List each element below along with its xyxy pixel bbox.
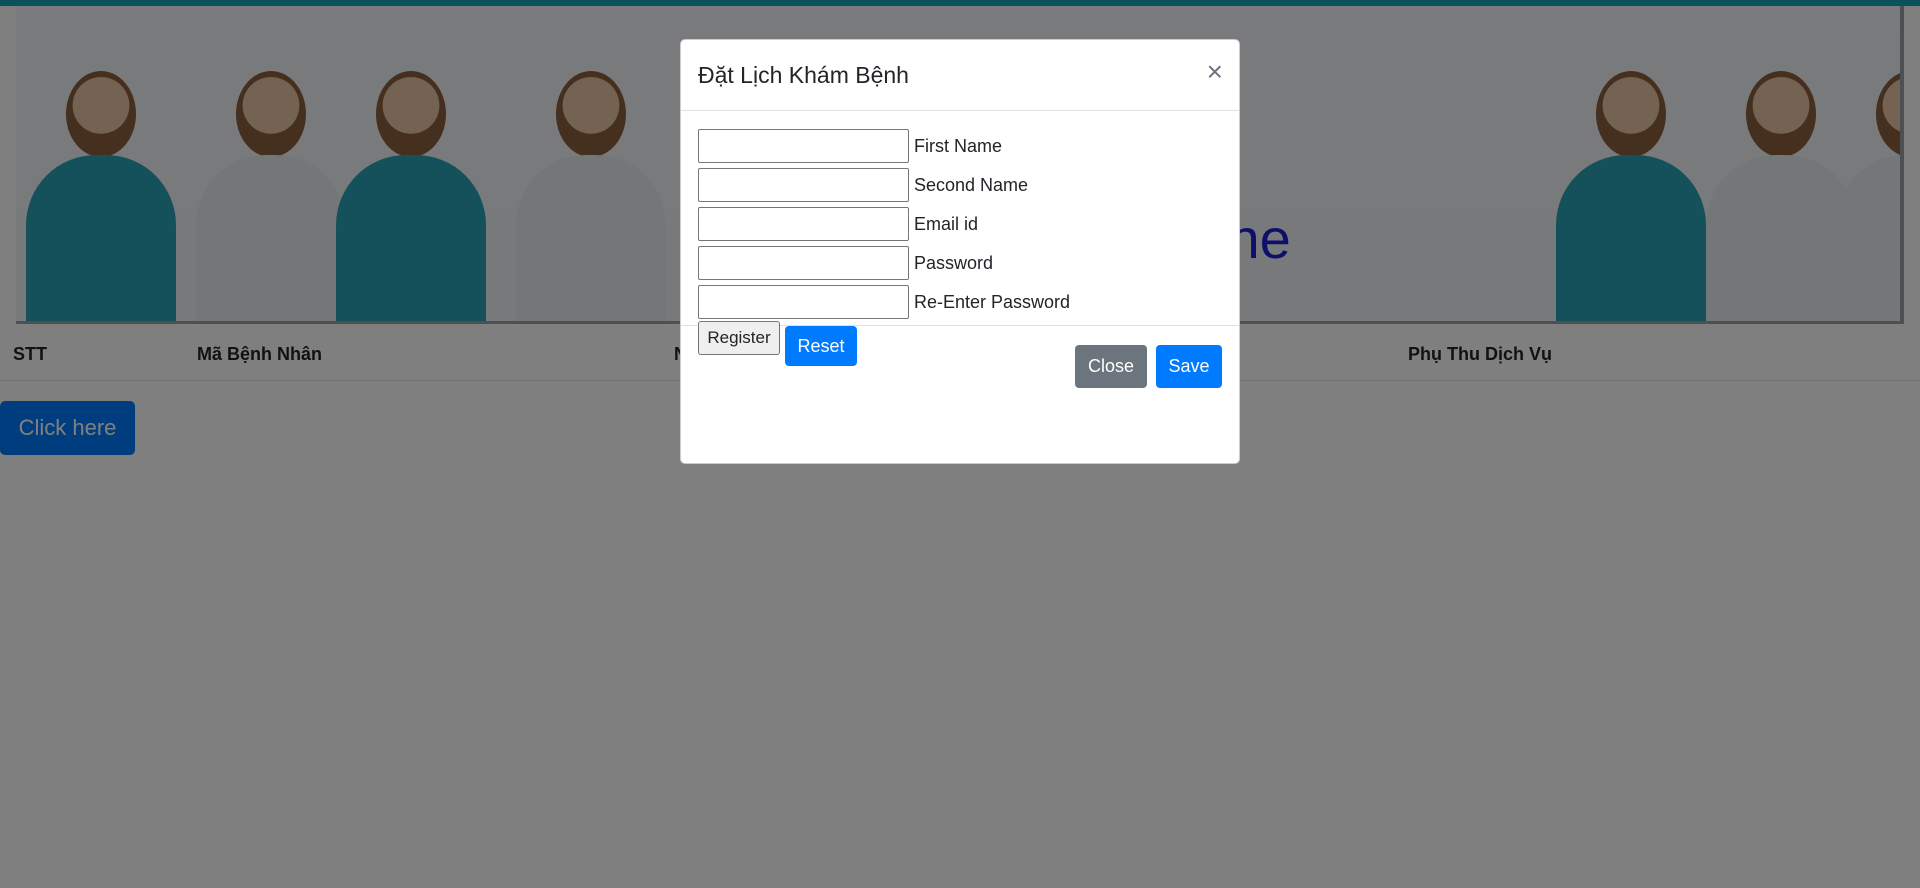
form-row-reenter-password: Re-Enter Password: [698, 285, 1070, 319]
form-row-email: Email id: [698, 207, 978, 241]
password-label: Password: [914, 253, 994, 273]
form-row-first-name: First Name: [698, 129, 1002, 163]
modal-footer: Close Save: [681, 326, 1239, 465]
second-name-input[interactable]: [698, 168, 909, 202]
modal-body: First Name Second Name Email id Password…: [681, 111, 1239, 366]
reenter-password-label: Re-Enter Password: [914, 292, 1071, 312]
first-name-input[interactable]: [698, 129, 909, 163]
form-row-password: Password: [698, 246, 993, 280]
modal-header: Đặt Lịch Khám Bệnh ×: [681, 40, 1239, 111]
second-name-label: Second Name: [914, 175, 1029, 195]
save-button[interactable]: Save: [1156, 345, 1222, 388]
password-input[interactable]: [698, 246, 909, 280]
close-icon[interactable]: ×: [1207, 58, 1223, 86]
reenter-password-input[interactable]: [698, 285, 909, 319]
close-button[interactable]: Close: [1075, 345, 1147, 388]
appointment-modal: Đặt Lịch Khám Bệnh × First Name Second N…: [680, 39, 1240, 464]
first-name-label: First Name: [914, 136, 1003, 156]
email-input[interactable]: [698, 207, 909, 241]
email-label: Email id: [914, 214, 979, 234]
form-row-second-name: Second Name: [698, 168, 1028, 202]
modal-title: Đặt Lịch Khám Bệnh: [698, 62, 909, 88]
